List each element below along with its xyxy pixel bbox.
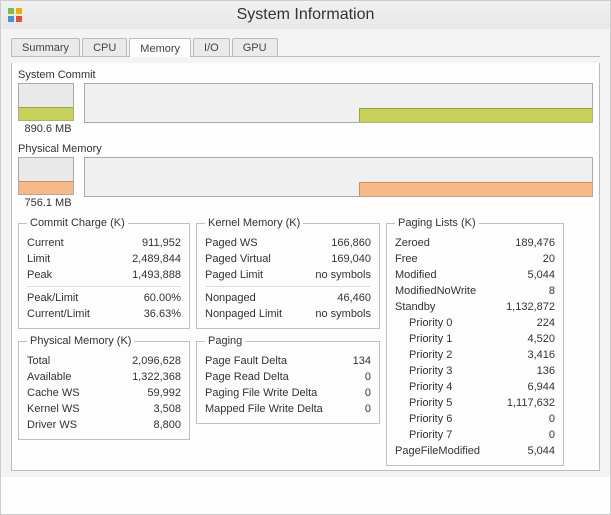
value: 0 bbox=[365, 401, 371, 417]
label: Zeroed bbox=[395, 235, 430, 251]
value: 189,476 bbox=[515, 235, 555, 251]
label: Page Read Delta bbox=[205, 369, 289, 385]
label: Paging File Write Delta bbox=[205, 385, 317, 401]
window-title: System Information bbox=[23, 6, 588, 24]
system-information-window: System Information Summary CPU Memory I/… bbox=[0, 0, 611, 515]
label: Priority 3 bbox=[409, 363, 452, 379]
label: Total bbox=[27, 353, 50, 369]
value: no symbols bbox=[315, 306, 371, 322]
label: Peak/Limit bbox=[27, 290, 78, 306]
commit-charge-legend: Commit Charge (K) bbox=[27, 217, 128, 229]
paging-lists-legend: Paging Lists (K) bbox=[395, 217, 479, 229]
label: Limit bbox=[27, 251, 50, 267]
tab-gpu[interactable]: GPU bbox=[232, 38, 278, 56]
label: Peak bbox=[27, 267, 52, 283]
label: Free bbox=[395, 251, 418, 267]
label: Paged Limit bbox=[205, 267, 263, 283]
value: 5,044 bbox=[527, 267, 555, 283]
value: 8 bbox=[549, 283, 555, 299]
value: 2,489,844 bbox=[132, 251, 181, 267]
client-area: Summary CPU Memory I/O GPU System Commit… bbox=[1, 29, 610, 477]
label: Paged WS bbox=[205, 235, 258, 251]
label: Priority 2 bbox=[409, 347, 452, 363]
app-icon bbox=[7, 7, 23, 23]
value: 911,952 bbox=[142, 235, 181, 251]
label: Paged Virtual bbox=[205, 251, 271, 267]
value: 3,508 bbox=[153, 401, 181, 417]
value: 59,992 bbox=[147, 385, 181, 401]
paging-legend: Paging bbox=[205, 335, 245, 347]
system-commit-label: System Commit bbox=[18, 69, 593, 81]
tab-summary[interactable]: Summary bbox=[11, 38, 80, 56]
physical-value: 756.1 MB bbox=[18, 197, 78, 209]
physical-memory-label: Physical Memory bbox=[18, 143, 593, 155]
commit-history-chart bbox=[84, 83, 593, 123]
kernel-memory-group: Kernel Memory (K) Paged WS 166,860 Paged … bbox=[196, 217, 380, 329]
label: ModifiedNoWrite bbox=[395, 283, 476, 299]
label: Priority 1 bbox=[409, 331, 452, 347]
value: 36.63% bbox=[144, 306, 181, 322]
tab-cpu[interactable]: CPU bbox=[82, 38, 127, 56]
label: Priority 0 bbox=[409, 315, 452, 331]
value: 8,800 bbox=[153, 417, 181, 433]
commit-charge-group: Commit Charge (K) Current 911,952 Limit 2,… bbox=[18, 217, 190, 329]
value: 224 bbox=[537, 315, 555, 331]
commit-value: 890.6 MB bbox=[18, 123, 78, 135]
label: Standby bbox=[395, 299, 435, 315]
label: Page Fault Delta bbox=[205, 353, 287, 369]
value: 1,132,872 bbox=[506, 299, 555, 315]
label: Kernel WS bbox=[27, 401, 80, 417]
physical-history-chart bbox=[84, 157, 593, 197]
physical-mini: 756.1 MB bbox=[18, 157, 78, 209]
label: Available bbox=[27, 369, 71, 385]
label: Nonpaged bbox=[205, 290, 256, 306]
tabstrip: Summary CPU Memory I/O GPU bbox=[11, 35, 600, 57]
label: Priority 5 bbox=[409, 395, 452, 411]
label: Modified bbox=[395, 267, 437, 283]
value: 20 bbox=[543, 251, 555, 267]
label: Current/Limit bbox=[27, 306, 90, 322]
kernel-memory-legend: Kernel Memory (K) bbox=[205, 217, 303, 229]
value: 166,860 bbox=[331, 235, 371, 251]
label: Current bbox=[27, 235, 64, 251]
value: 1,117,632 bbox=[507, 395, 555, 411]
value: 4,520 bbox=[527, 331, 555, 347]
value: 169,040 bbox=[331, 251, 371, 267]
value: 0 bbox=[365, 369, 371, 385]
physical-memory-chart: Physical Memory 756.1 MB bbox=[18, 143, 593, 209]
tab-io[interactable]: I/O bbox=[193, 38, 230, 56]
value: 134 bbox=[353, 353, 371, 369]
value: 1,493,888 bbox=[132, 267, 181, 283]
label: Priority 7 bbox=[409, 427, 452, 443]
value: 46,460 bbox=[337, 290, 371, 306]
commit-mini: 890.6 MB bbox=[18, 83, 78, 135]
value: 2,096,628 bbox=[132, 353, 181, 369]
value: 6,944 bbox=[527, 379, 555, 395]
tab-content: System Commit 890.6 MB Physical Memory bbox=[11, 63, 600, 471]
value: 0 bbox=[549, 427, 555, 443]
label: PageFileModified bbox=[395, 443, 480, 459]
value: no symbols bbox=[315, 267, 371, 283]
label: Mapped File Write Delta bbox=[205, 401, 323, 417]
label: Nonpaged Limit bbox=[205, 306, 282, 322]
label: Priority 6 bbox=[409, 411, 452, 427]
physical-memory-group: Physical Memory (K) Total 2,096,628 Avail… bbox=[18, 335, 190, 440]
value: 1,322,368 bbox=[132, 369, 181, 385]
label: Priority 4 bbox=[409, 379, 452, 395]
tab-memory[interactable]: Memory bbox=[129, 38, 191, 57]
paging-group: Paging Page Fault Delta 134 Page Read Del… bbox=[196, 335, 380, 424]
value: 136 bbox=[537, 363, 555, 379]
value: 3,416 bbox=[527, 347, 555, 363]
system-commit-chart: System Commit 890.6 MB bbox=[18, 69, 593, 135]
value: 60.00% bbox=[144, 290, 181, 306]
value: 5,044 bbox=[527, 443, 555, 459]
value: 0 bbox=[365, 385, 371, 401]
physical-memory-legend: Physical Memory (K) bbox=[27, 335, 134, 347]
value: 0 bbox=[549, 411, 555, 427]
paging-lists-group: Paging Lists (K) Zeroed 189,476 Free 20 Mo… bbox=[386, 217, 564, 466]
titlebar: System Information bbox=[1, 1, 610, 29]
label: Driver WS bbox=[27, 417, 77, 433]
label: Cache WS bbox=[27, 385, 80, 401]
